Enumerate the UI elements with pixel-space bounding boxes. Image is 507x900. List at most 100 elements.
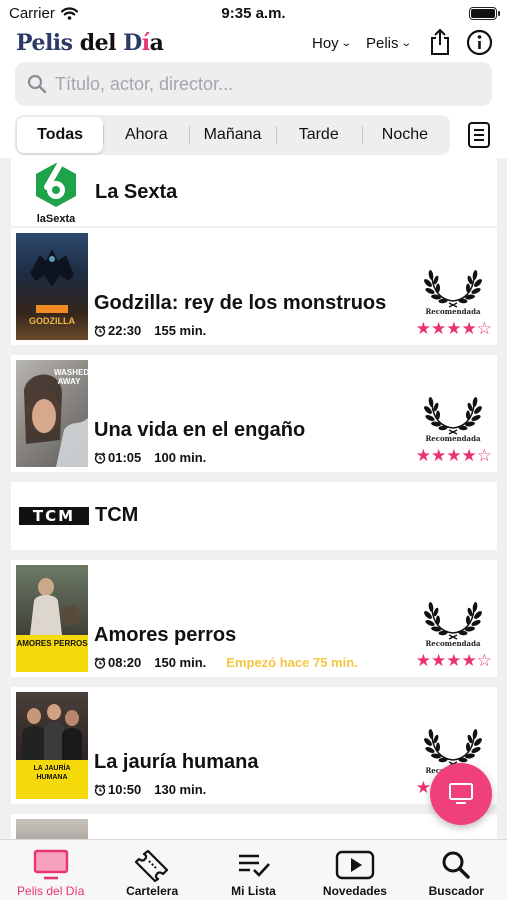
poster-title: GODZILLA: [29, 316, 75, 326]
chevron-down-icon: ⌄: [340, 38, 352, 49]
alarm-clock-icon: [94, 325, 106, 337]
tab-novedades[interactable]: Novedades: [304, 840, 405, 900]
movie-time: 08:20: [108, 655, 142, 670]
laurel-icon: [421, 395, 485, 435]
movie-card[interactable]: WASHED AWAY Una vida en el engaño 01:05 …: [11, 355, 497, 472]
tcm-logo-text: TCM: [32, 507, 76, 525]
movie-poster: AMORES PERROS: [16, 565, 88, 672]
day-dropdown-label: Hoy: [312, 35, 339, 52]
tab-ahora[interactable]: Ahora: [103, 117, 189, 153]
alarm-clock-icon: [94, 657, 106, 669]
movie-meta: 08:20 150 min. Empezó hace 75 min.: [94, 655, 358, 670]
movie-time: 01:05: [108, 450, 142, 465]
movie-time: 10:50: [108, 782, 142, 797]
movie-title: Amores perros: [94, 624, 237, 646]
laurel-icon: [421, 268, 485, 308]
tab-pelis-del-dia[interactable]: Pelis del Día: [0, 840, 101, 900]
poster-title: LA JAURÍA HUMANA: [33, 765, 71, 781]
movie-card[interactable]: GODZILLA Godzilla: rey de los monstruos …: [11, 228, 497, 345]
share-button[interactable]: [426, 28, 454, 56]
logo-text-i: í: [141, 30, 150, 56]
app-logo: Pelis del Día: [16, 30, 164, 56]
tab-buscador[interactable]: Buscador: [406, 840, 507, 900]
channel-header-lasexta[interactable]: laSexta La Sexta: [11, 158, 497, 226]
recommended-label: Recomendada: [425, 639, 481, 648]
movie-poster: WASHED AWAY: [16, 360, 88, 467]
logo-text-del: del: [79, 30, 124, 56]
movie-title: Una vida en el engaño: [94, 419, 306, 441]
channel-name: TCM: [95, 504, 139, 526]
movie-title: La jauría humana: [94, 751, 259, 773]
type-dropdown-label: Pelis: [366, 35, 399, 52]
laurel-icon: [421, 600, 485, 640]
movie-meta: 10:50 130 min.: [94, 782, 206, 797]
movie-duration: 155 min.: [154, 323, 207, 338]
movie-meta: 01:05 100 min.: [94, 450, 206, 465]
info-icon: [466, 29, 492, 55]
checklist-icon: [238, 854, 270, 877]
movie-time: 22:30: [108, 323, 142, 338]
movie-duration: 130 min.: [154, 782, 207, 797]
recommended-label: Recomendada: [425, 434, 481, 443]
logo-text-a: a: [149, 30, 164, 56]
lasexta-logo-text: laSexta: [36, 213, 76, 225]
movie-title: Godzilla: rey de los monstruos: [94, 292, 387, 314]
tab-cartelera[interactable]: Cartelera: [101, 840, 202, 900]
search-bar[interactable]: [15, 62, 492, 106]
alarm-clock-icon: [94, 452, 106, 464]
tab-manana[interactable]: Mañana: [189, 117, 275, 153]
tcm-logo: TCM: [19, 507, 89, 525]
rating-stars: ★★★★☆: [415, 446, 492, 465]
tv-icon: [449, 783, 473, 804]
time-filter-segmented: Todas Ahora Mañana Tarde Noche: [15, 115, 450, 155]
rating-stars: ★★★★☆: [415, 651, 492, 670]
tv-icon: [33, 849, 68, 880]
lasexta-logo: laSexta: [31, 160, 81, 225]
ticket-icon: [135, 849, 169, 882]
tab-label: Buscador: [428, 884, 484, 898]
channel-header-tcm[interactable]: TCM TCM: [11, 482, 497, 550]
status-time: 9:35 a.m.: [221, 5, 286, 22]
poster-title: WASHED AWAY: [54, 368, 88, 386]
info-button[interactable]: [465, 28, 493, 56]
movie-poster: [16, 819, 88, 839]
recommended-badge: Recomendada: [421, 263, 485, 316]
logo-text-pelis: Pelis: [16, 30, 80, 56]
list-icon: [468, 122, 490, 148]
movie-card[interactable]: LA JAURÍA HUMANA La jauría humana 10:50 …: [11, 687, 497, 804]
movie-card[interactable]: [11, 814, 497, 839]
lasexta-logo-mark: [36, 163, 76, 207]
recommended-label: Recomendada: [425, 307, 481, 316]
channel-name: La Sexta: [95, 181, 178, 203]
tab-noche[interactable]: Noche: [361, 117, 448, 153]
tab-label: Mi Lista: [231, 884, 276, 898]
programming-list: laSexta La Sexta GODZILLA Godzilla: rey …: [0, 158, 507, 839]
list-view-button[interactable]: [466, 121, 492, 149]
tab-mi-lista[interactable]: Mi Lista: [203, 840, 304, 900]
tab-label: Pelis del Día: [17, 884, 85, 898]
search-icon: [27, 74, 47, 94]
rating-stars: ★★★★☆: [415, 319, 492, 338]
search-icon: [442, 851, 471, 879]
play-icon: [335, 850, 375, 880]
type-dropdown[interactable]: Pelis ⌄: [366, 35, 412, 52]
movie-card[interactable]: AMORES PERROS Amores perros 08:20 150 mi…: [11, 560, 497, 677]
laurel-icon: [421, 727, 485, 767]
search-input[interactable]: [55, 73, 475, 95]
tab-todas[interactable]: Todas: [17, 117, 104, 153]
started-ago-label: Empezó hace 75 min.: [226, 655, 358, 670]
alarm-clock-icon: [94, 784, 106, 796]
tv-guide-fab[interactable]: [430, 763, 492, 825]
tab-label: Cartelera: [126, 884, 179, 898]
tab-tarde[interactable]: Tarde: [275, 117, 362, 153]
poster-title: AMORES PERROS: [16, 639, 88, 648]
tab-label: Novedades: [322, 884, 387, 898]
recommended-badge: Recomendada: [421, 595, 485, 648]
movie-meta: 22:30 155 min.: [94, 323, 206, 338]
recommended-badge: Recomendada: [421, 390, 485, 443]
movie-poster: GODZILLA: [16, 233, 88, 340]
day-dropdown[interactable]: Hoy ⌄: [312, 35, 352, 52]
logo-text-d: D: [123, 30, 142, 56]
share-icon: [431, 29, 449, 55]
app-header: Pelis del Día Hoy ⌄ Pelis ⌄: [0, 28, 507, 60]
